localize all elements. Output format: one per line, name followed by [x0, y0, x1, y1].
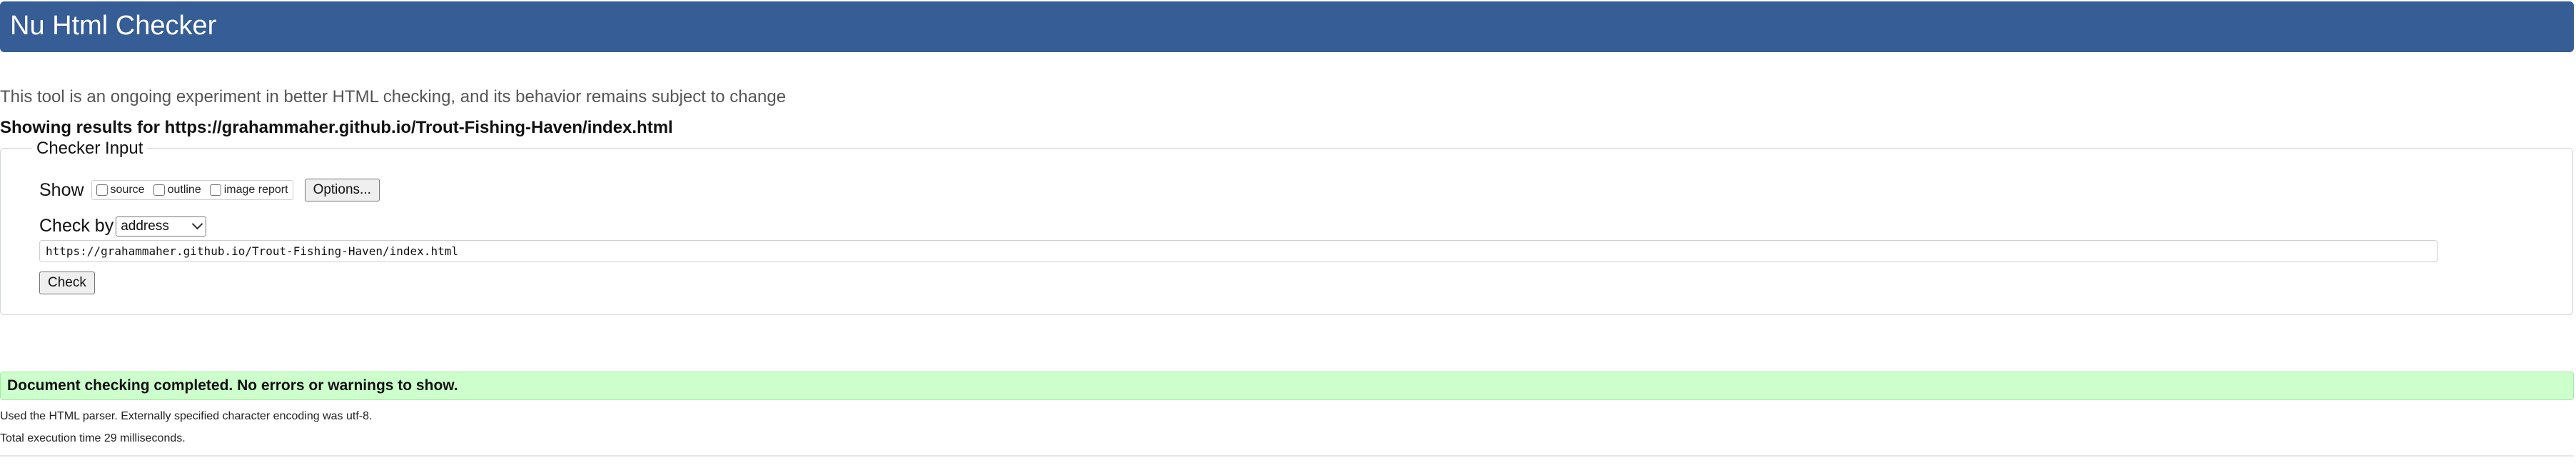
nu-html-checker-page: Nu Html Checker This tool is an ongoing … — [0, 0, 2576, 468]
outline-option[interactable]: outline — [153, 184, 201, 196]
url-input[interactable]: https://grahammaher.github.io/Trout-Fish… — [39, 240, 2438, 262]
image-report-label: image report — [223, 184, 288, 196]
image-report-option[interactable]: image report — [209, 184, 288, 196]
show-label: Show — [39, 179, 84, 200]
outline-checkbox[interactable] — [153, 184, 165, 196]
image-report-checkbox[interactable] — [209, 184, 221, 196]
options-button[interactable]: Options... — [304, 179, 380, 201]
outline-label: outline — [167, 184, 201, 196]
check-by-selected-value: address — [121, 218, 169, 234]
parser-info: Used the HTML parser. Externally specifi… — [0, 410, 373, 422]
page-title: Nu Html Checker — [10, 11, 217, 41]
success-message: Document checking completed. No errors o… — [0, 372, 2574, 400]
bottom-divider — [0, 455, 2574, 457]
check-by-row: Check by address — [39, 216, 207, 237]
execution-time: Total execution time 29 milliseconds. — [0, 432, 186, 444]
check-by-label: Check by — [39, 216, 114, 236]
checker-input-fieldset: Checker Input Show source outline image … — [0, 138, 2573, 315]
check-button[interactable]: Check — [39, 272, 95, 294]
header-bar: Nu Html Checker — [0, 1, 2574, 52]
source-checkbox[interactable] — [96, 184, 108, 196]
results-heading: Showing results for https://grahammaher.… — [0, 117, 673, 137]
source-label: source — [110, 184, 145, 196]
check-by-select[interactable]: address — [116, 216, 207, 237]
intro-text: This tool is an ongoing experiment in be… — [0, 87, 787, 106]
show-options-group: source outline image report — [91, 180, 293, 200]
show-options-row: Show source outline image report Options… — [39, 179, 380, 201]
checker-input-legend: Checker Input — [32, 138, 148, 159]
chevron-down-icon — [191, 218, 203, 230]
source-option[interactable]: source — [96, 184, 145, 196]
